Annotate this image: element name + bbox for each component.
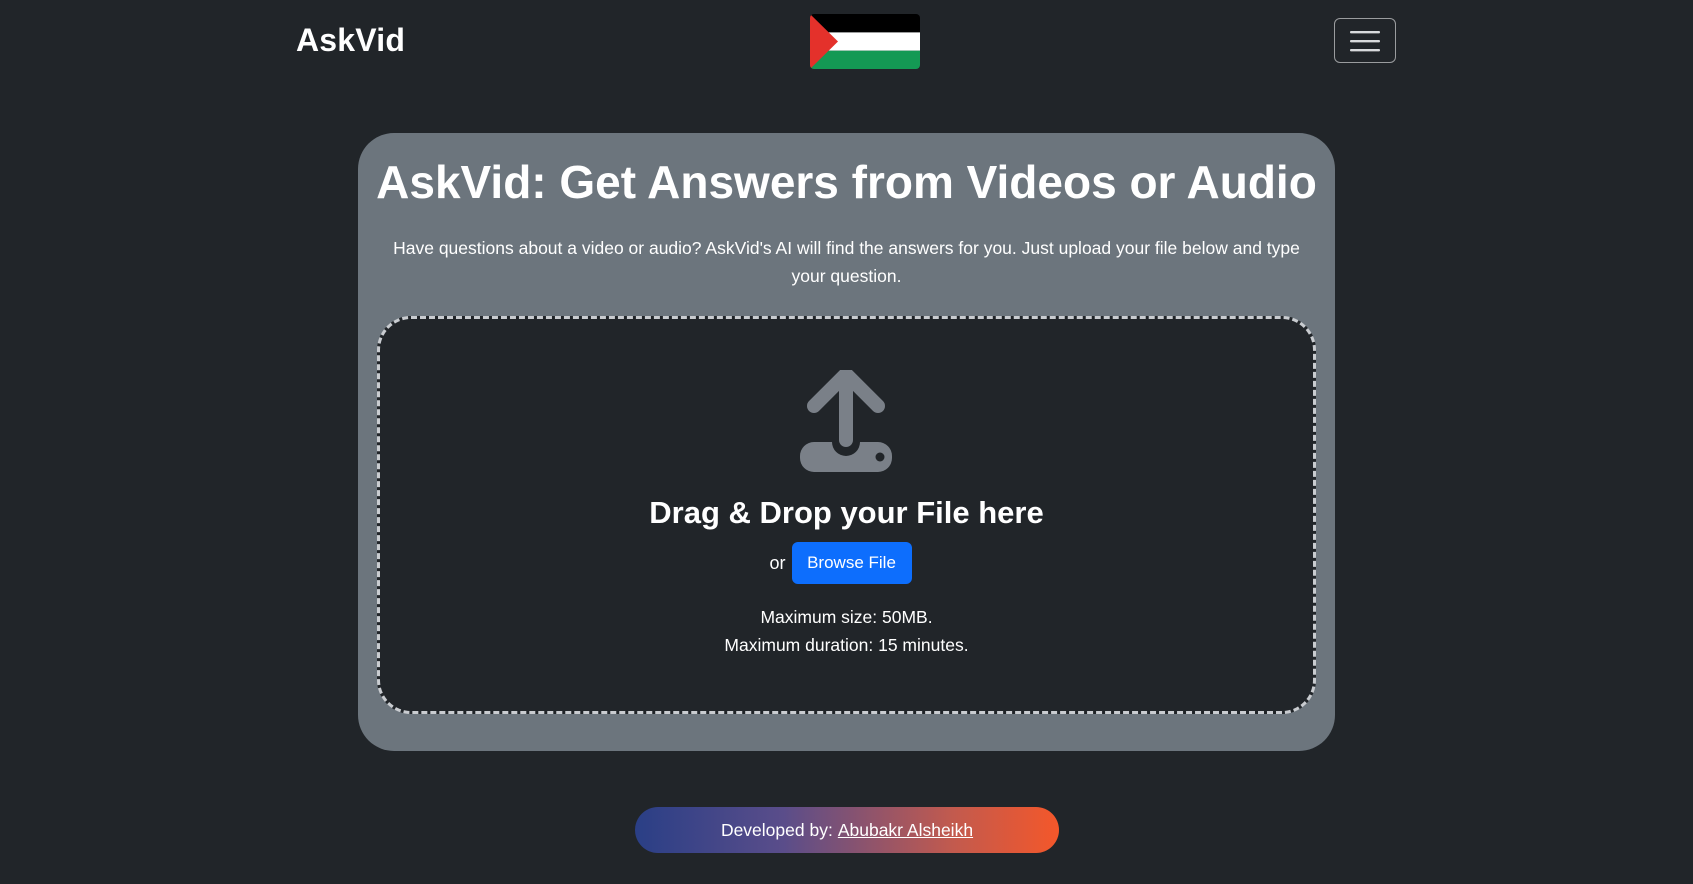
- developer-prefix: Developed by:: [720, 819, 833, 840]
- menu-toggle-button[interactable]: [1334, 18, 1396, 63]
- hamburger-menu-icon: [1350, 30, 1380, 51]
- palestine-flag-icon: [810, 14, 920, 69]
- dropzone-title: Drag & Drop your File here: [649, 495, 1044, 530]
- page-title: AskVid: Get Answers from Videos or Audio: [376, 156, 1317, 208]
- browse-row: or Browse File: [0, 541, 1693, 585]
- brand-logo[interactable]: AskVid: [296, 22, 405, 59]
- developer-credit: Developed by: Abubakr Alsheikh: [635, 807, 1059, 853]
- developer-link[interactable]: Abubakr Alsheikh: [838, 820, 973, 841]
- navbar: AskVid: [0, 0, 1693, 86]
- max-size-text: Maximum size: 50MB.: [760, 607, 933, 627]
- max-duration-text: Maximum duration: 15 minutes.: [724, 635, 969, 655]
- browse-file-button[interactable]: Browse File: [791, 542, 912, 584]
- upload-limits: Maximum size: 50MB. Maximum duration: 15…: [0, 603, 1693, 659]
- or-text: or: [769, 552, 786, 573]
- page-description: Have questions about a video or audio? A…: [393, 238, 1300, 286]
- upload-icon: [800, 370, 892, 472]
